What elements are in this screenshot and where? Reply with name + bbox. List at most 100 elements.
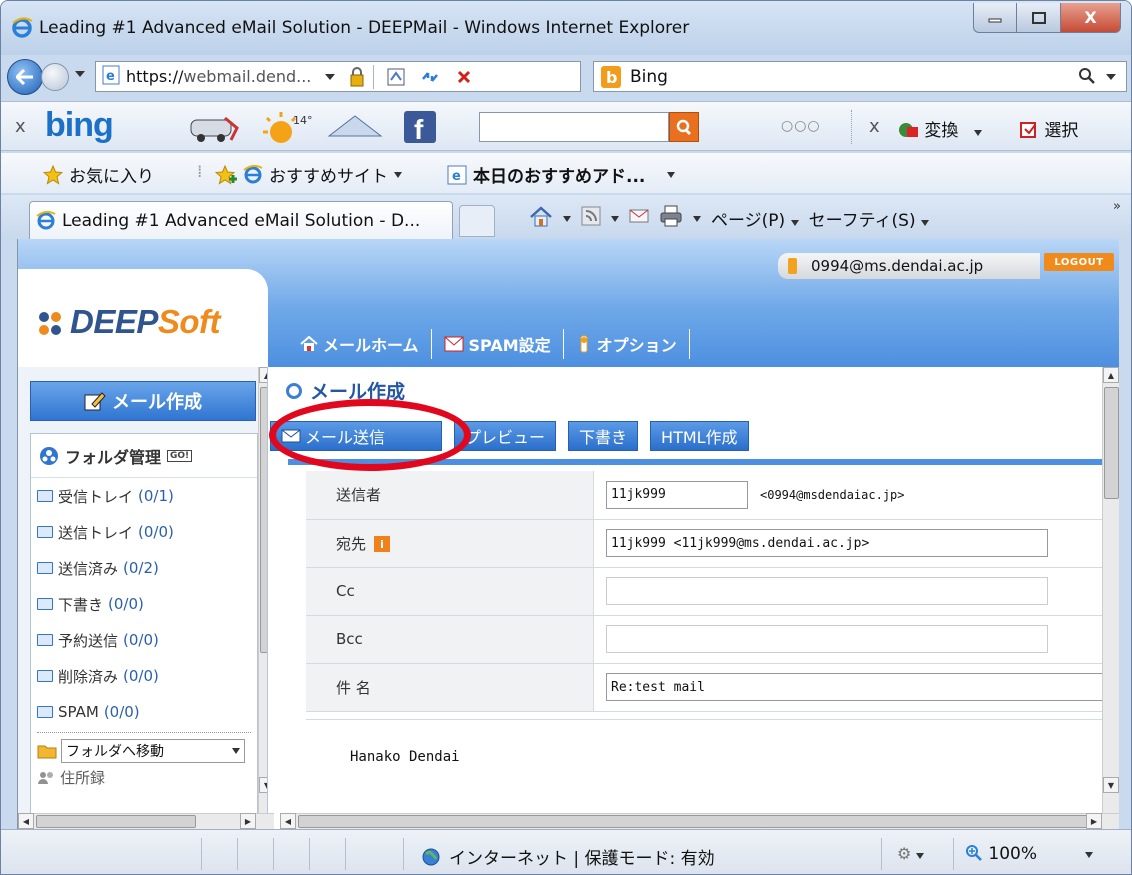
folder-icon bbox=[37, 598, 53, 610]
feeds-dropdown-icon[interactable] bbox=[611, 215, 619, 222]
toolbar-search-input[interactable] bbox=[479, 112, 669, 142]
scroll-right-icon[interactable]: ▶ bbox=[240, 813, 256, 829]
toolbar-more-dots[interactable]: ○○○ bbox=[781, 118, 821, 134]
bcc-input[interactable] bbox=[606, 625, 1048, 653]
security-zone[interactable]: インターネット | 保護モード: 有効 bbox=[421, 844, 715, 869]
safety-menu-label: セーフティ(S) bbox=[808, 211, 916, 231]
sidebar-compose-button[interactable]: メール作成 bbox=[30, 381, 256, 421]
todays-addons-button[interactable]: e 本日のおすすめアド... bbox=[447, 162, 676, 187]
convert-button[interactable]: 変換 bbox=[897, 116, 982, 141]
mail-icon[interactable] bbox=[327, 110, 383, 148]
read-mail-button[interactable] bbox=[629, 208, 649, 229]
search-icon[interactable] bbox=[1078, 67, 1096, 89]
page-menu[interactable]: ページ(P) bbox=[711, 206, 799, 231]
folder-spam[interactable]: SPAM (0/0) bbox=[31, 694, 257, 730]
folder-drafts[interactable]: 下書き (0/0) bbox=[31, 586, 257, 622]
car-icon[interactable] bbox=[185, 110, 241, 148]
stop-icon[interactable] bbox=[452, 65, 476, 89]
address-bar[interactable]: e https://webmail.dend... bbox=[95, 61, 581, 92]
move-to-folder-select[interactable]: フォルダへ移動 bbox=[37, 739, 257, 763]
html-compose-button[interactable]: HTML作成 bbox=[650, 421, 749, 451]
weather-sun-icon[interactable]: 14° bbox=[259, 110, 315, 150]
from-row: 送信者 11jk999 <0994@msdendaiac.jp> bbox=[306, 471, 1106, 520]
address-book-link[interactable]: 住所録 bbox=[31, 763, 257, 791]
scroll-up-icon[interactable]: ▲ bbox=[259, 367, 267, 383]
back-arrow-icon bbox=[16, 69, 33, 85]
nav-options[interactable]: オプション bbox=[564, 329, 690, 359]
feeds-button[interactable] bbox=[581, 206, 601, 231]
folder-scheduled[interactable]: 予約送信 (0/0) bbox=[31, 622, 257, 658]
folder-go-button[interactable]: GO! bbox=[167, 449, 193, 462]
scroll-down-icon[interactable]: ▼ bbox=[1103, 777, 1119, 793]
from-name-input[interactable]: 11jk999 bbox=[606, 480, 748, 509]
minimize-button[interactable] bbox=[973, 3, 1017, 33]
zoom-level[interactable]: 100% bbox=[965, 844, 1037, 864]
print-dropdown-icon[interactable] bbox=[693, 215, 701, 222]
scroll-up-icon[interactable]: ▲ bbox=[1103, 367, 1119, 383]
address-book-info-icon[interactable]: i bbox=[374, 536, 391, 552]
refresh-icon[interactable] bbox=[418, 65, 442, 89]
compatibility-view-icon[interactable] bbox=[384, 65, 408, 89]
select-button[interactable]: 選択 bbox=[1019, 116, 1078, 141]
save-draft-button[interactable]: 下書き bbox=[568, 421, 639, 451]
folder-deleted[interactable]: 削除済み (0/0) bbox=[31, 658, 257, 694]
toolbar-search-button[interactable] bbox=[669, 112, 699, 142]
forward-button[interactable] bbox=[41, 63, 69, 91]
window-controls: X bbox=[973, 3, 1121, 33]
sidebar-hscroll-thumb[interactable] bbox=[36, 815, 196, 828]
folder-sent[interactable]: 送信済み (0/2) bbox=[31, 550, 257, 586]
logout-button[interactable]: LOGOUT bbox=[1044, 253, 1114, 271]
close-button[interactable]: X bbox=[1061, 3, 1121, 33]
message-body[interactable]: Hanako Dendai bbox=[350, 749, 460, 765]
main-hscrollbar[interactable]: ◀ ▶ bbox=[280, 813, 1119, 829]
recommended-sites-button[interactable]: おすすめサイト bbox=[215, 162, 402, 187]
cc-input[interactable] bbox=[606, 577, 1048, 605]
home-button[interactable] bbox=[529, 205, 553, 232]
favorites-button[interactable]: お気に入り bbox=[43, 162, 154, 187]
active-tab[interactable]: Leading #1 Advanced eMail Solution - D..… bbox=[29, 201, 453, 239]
scroll-down-icon[interactable]: ▼ bbox=[259, 777, 267, 793]
zoom-dropdown-icon[interactable] bbox=[1085, 852, 1093, 858]
folder-count: (0/0) bbox=[103, 703, 140, 721]
history-dropdown-icon[interactable] bbox=[75, 71, 85, 77]
scroll-left-icon[interactable]: ◀ bbox=[18, 813, 34, 829]
lock-icon[interactable] bbox=[345, 65, 369, 89]
mail-icon bbox=[629, 209, 649, 223]
facebook-icon[interactable]: f bbox=[403, 110, 437, 148]
toolbar-close-icon[interactable]: x bbox=[15, 116, 26, 137]
subject-input[interactable]: Re:test mail bbox=[606, 673, 1106, 701]
sidebar-hscrollbar[interactable]: ◀ ▶ bbox=[18, 813, 274, 829]
address-dropdown-icon[interactable] bbox=[325, 73, 336, 80]
safety-menu[interactable]: セーフティ(S) bbox=[808, 206, 930, 231]
to-input[interactable]: 11jk999 <11jk999@ms.dendai.ac.jp> bbox=[606, 529, 1048, 557]
move-to-folder-dropdown[interactable]: フォルダへ移動 bbox=[61, 739, 245, 763]
more-commands-chevron[interactable]: » bbox=[1113, 199, 1121, 214]
folder-inbox[interactable]: 受信トレイ (0/1) bbox=[31, 478, 257, 514]
bing-logo[interactable]: bing bbox=[45, 106, 114, 145]
nav-mail-home[interactable]: メールホーム bbox=[288, 329, 432, 359]
nav-spam-settings[interactable]: SPAM設定 bbox=[432, 329, 564, 359]
new-tab-button[interactable] bbox=[459, 205, 495, 237]
search-dropdown-icon[interactable] bbox=[1106, 74, 1116, 80]
security-status-icon[interactable]: ⚙ bbox=[897, 844, 925, 863]
back-button[interactable] bbox=[7, 59, 43, 95]
search-box[interactable]: b Bing bbox=[593, 61, 1127, 92]
translate-toolbar-close-icon[interactable]: x bbox=[869, 116, 880, 137]
print-button[interactable] bbox=[659, 205, 683, 232]
home-dropdown-icon[interactable] bbox=[563, 215, 571, 222]
folder-outbox[interactable]: 送信トレイ (0/0) bbox=[31, 514, 257, 550]
main-scrollbar[interactable]: ▲ ▼ bbox=[1102, 367, 1119, 813]
folder-icon bbox=[37, 634, 53, 646]
status-cell bbox=[309, 838, 310, 870]
deepsoft-logo[interactable]: DEEPSoft bbox=[70, 303, 221, 341]
maximize-button[interactable] bbox=[1017, 3, 1061, 33]
folder-name: 下書き bbox=[58, 595, 104, 614]
main-scroll-thumb[interactable] bbox=[1104, 387, 1119, 499]
sidebar-scrollbar[interactable]: ▲ ▼ bbox=[258, 367, 267, 813]
spam-icon bbox=[444, 336, 464, 352]
scroll-left-icon[interactable]: ◀ bbox=[280, 813, 296, 829]
sidebar-scroll-thumb[interactable] bbox=[260, 387, 267, 653]
folder-manage-header[interactable]: フォルダ管理 GO! bbox=[31, 434, 257, 478]
scroll-right-icon[interactable]: ▶ bbox=[1086, 813, 1102, 829]
main-hscroll-thumb[interactable] bbox=[298, 815, 1088, 828]
